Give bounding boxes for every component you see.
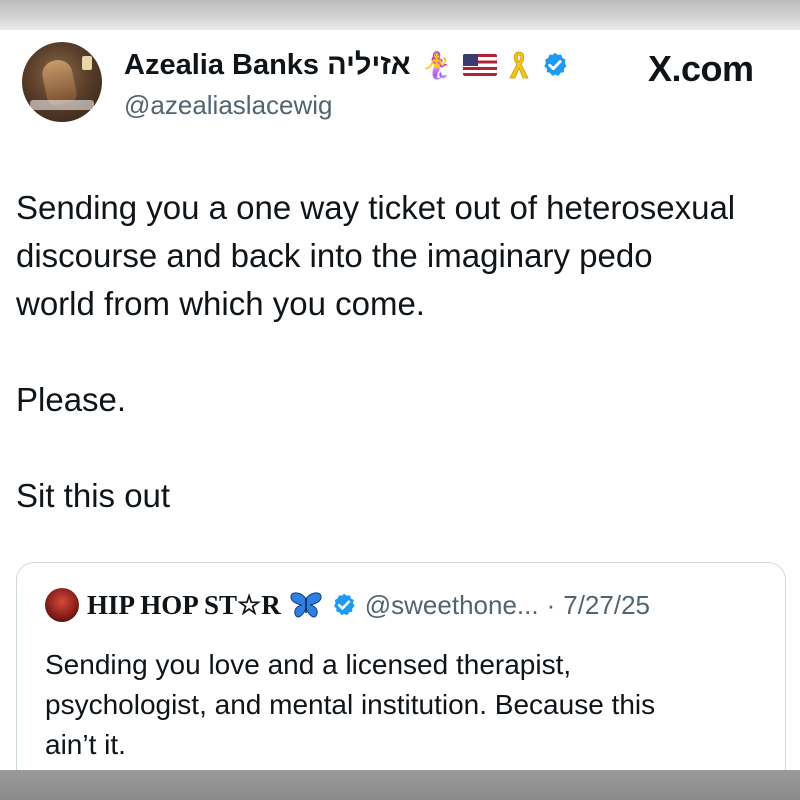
avatar-lamp	[82, 56, 92, 70]
x-brand-logo: X.com	[648, 48, 754, 89]
top-photo-edge	[0, 0, 800, 30]
bottom-photo-edge	[0, 770, 800, 800]
author-name-latin[interactable]: Azealia Banks	[124, 49, 319, 81]
quoted-author-handle[interactable]: @sweethone...	[365, 590, 539, 621]
post-text-line: Sit this out	[16, 477, 171, 514]
quoted-post-text: Sending you love and a licensed therapis…	[45, 645, 765, 765]
author-name-row: Azealia Banks אזיליה 🧜‍♀️	[124, 48, 569, 82]
verified-badge-icon	[333, 593, 355, 616]
post-text-line: world from which you come.	[16, 285, 425, 322]
author-avatar[interactable]	[22, 42, 102, 122]
us-flag-icon	[462, 54, 497, 76]
verified-badge-icon	[544, 52, 567, 76]
quoted-author-avatar[interactable]	[45, 588, 79, 622]
yellow-ribbon-icon	[509, 51, 529, 79]
quoted-text-line: ain’t it.	[45, 729, 126, 760]
author-handle[interactable]: @azealiaslacewig	[124, 90, 333, 121]
quoted-post-date[interactable]: 7/27/25	[563, 590, 650, 621]
quoted-post[interactable]: HIP HOP ST☆R @sweethone... · 7/27/25 Sen…	[16, 562, 786, 800]
author-name-hebrew[interactable]: אזיליה	[327, 49, 410, 81]
avatar-caption-strip	[30, 100, 94, 110]
quoted-text-line: Sending you love and a licensed therapis…	[45, 649, 572, 680]
author-display-name[interactable]: Azealia Banks אזיליה	[124, 49, 411, 82]
post-text-line: Please.	[16, 381, 127, 418]
butterfly-icon	[290, 592, 322, 618]
post-card: Azealia Banks אזיליה 🧜‍♀️ @azealiaslacew…	[0, 30, 800, 800]
post-text-line: discourse and back into the imaginary pe…	[16, 237, 653, 274]
post-text: Sending you a one way ticket out of hete…	[16, 184, 786, 520]
quoted-text-line: psychologist, and mental institution. Be…	[45, 689, 656, 720]
mermaid-emoji: 🧜‍♀️	[420, 50, 453, 80]
quoted-post-header: HIP HOP ST☆R @sweethone... · 7/27/25	[45, 587, 650, 623]
post-text-line: Sending you a one way ticket out of hete…	[16, 189, 736, 226]
date-separator: ·	[546, 589, 556, 620]
quoted-author-name[interactable]: HIP HOP ST☆R	[87, 590, 281, 621]
